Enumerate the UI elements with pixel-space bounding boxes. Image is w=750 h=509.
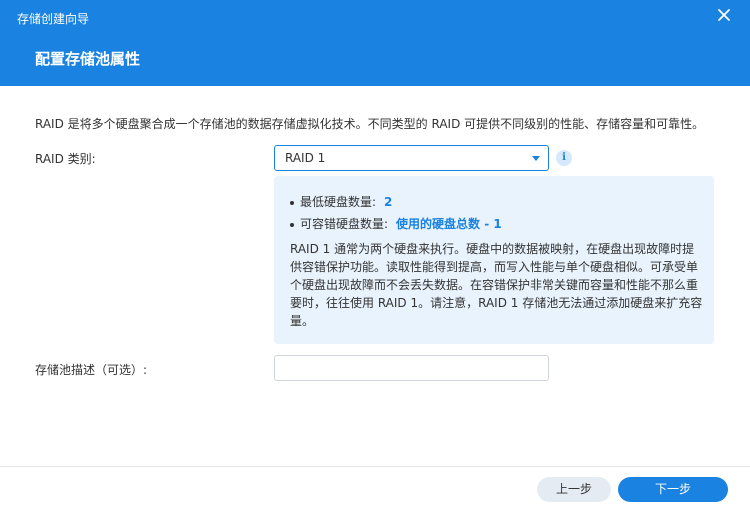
min-disks-value: 2 — [384, 195, 393, 209]
min-disks-row: 最低硬盘数量: 2 — [290, 193, 392, 210]
bullet-dot — [290, 222, 294, 227]
raid-type-label: RAID 类别: — [35, 152, 96, 166]
previous-button[interactable]: 上一步 — [537, 477, 611, 502]
info-icon[interactable]: i — [556, 150, 572, 166]
fault-tolerance-label: 可容错硬盘数量: — [300, 217, 389, 231]
chevron-down-icon — [532, 156, 540, 161]
intro-text: RAID 是将多个硬盘聚合成一个存储池的数据存储虚拟化技术。不同类型的 RAID… — [35, 117, 705, 131]
page-title: 配置存储池属性 — [35, 50, 141, 68]
dialog-header: 存储创建向导 配置存储池属性 — [0, 0, 750, 86]
raid-type-select[interactable]: RAID 1 — [274, 145, 549, 171]
raid-type-selected-value: RAID 1 — [285, 151, 326, 165]
close-icon-glyph — [718, 9, 730, 21]
pool-description-label: 存储池描述（可选）: — [35, 363, 148, 377]
raid-info-panel: 最低硬盘数量: 2 可容错硬盘数量: 使用的硬盘总数 - 1 RAID 1 通常为两… — [274, 176, 714, 344]
fault-tolerance-value: 使用的硬盘总数 - 1 — [396, 217, 502, 231]
min-disks-label: 最低硬盘数量: — [300, 195, 377, 209]
next-button[interactable]: 下一步 — [618, 477, 728, 502]
fault-tolerance-row: 可容错硬盘数量: 使用的硬盘总数 - 1 — [290, 215, 502, 232]
close-icon[interactable] — [717, 7, 731, 21]
pool-description-input[interactable] — [274, 355, 549, 381]
footer-divider — [0, 466, 750, 467]
window-title: 存储创建向导 — [17, 12, 90, 26]
raid-description-text: RAID 1 通常为两个硬盘来执行。硬盘中的数据被映射，在硬盘出现故障时提供容错… — [290, 242, 703, 328]
bullet-dot — [290, 200, 294, 205]
